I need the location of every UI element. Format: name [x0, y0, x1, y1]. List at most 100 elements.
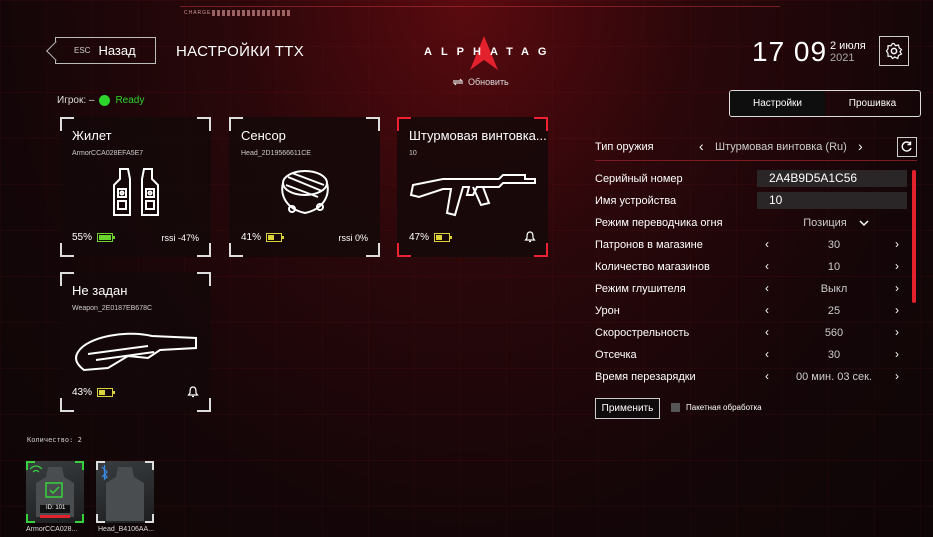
setting-row: Отсечка ‹ 30 › [595, 345, 910, 365]
batch-checkbox[interactable] [671, 403, 680, 412]
chevron-left-icon[interactable]: ‹ [765, 303, 769, 317]
setting-label: Время перезарядки [595, 371, 696, 383]
card-name: Не задан [72, 283, 128, 298]
soldier-image [29, 465, 74, 518]
rssi-value: rssi -47% [161, 232, 199, 243]
chevron-right-icon[interactable]: › [895, 259, 899, 273]
setting-row: Время перезарядки ‹ 00 мин. 03 сек. › [595, 367, 910, 387]
scrollbar[interactable] [912, 170, 916, 303]
charge-bars [212, 10, 292, 16]
setting-label: Отсечка [595, 349, 637, 361]
player-label: Игрок: – [57, 95, 95, 106]
card-id: ArmorCCA028EFA5E7 [72, 150, 144, 157]
tab-firmware[interactable]: Прошивка [825, 91, 920, 116]
device-card-weapon[interactable]: Не задан Weapon_2E0187EB678C 43% [60, 272, 211, 412]
ready-dot-icon [99, 95, 111, 106]
battery-percent: 55% [72, 232, 93, 243]
vest-icon [112, 168, 159, 216]
chevron-right-icon[interactable]: › [895, 347, 899, 361]
chevron-left-icon[interactable]: ‹ [699, 138, 704, 154]
serial-field[interactable]: 2A4B9D5A1C56 [757, 170, 907, 187]
battery-icon [97, 233, 116, 242]
setting-label: Патронов в магазине [595, 239, 703, 251]
device-name-field[interactable]: 10 [757, 192, 907, 209]
weapon-type-row: Тип оружия ‹ Штурмовая винтовка (Ru) › [595, 137, 920, 157]
bell-icon[interactable] [524, 231, 536, 243]
gear-icon [885, 42, 903, 60]
thumb-label: Head_B4106AA... [98, 526, 155, 533]
device-card-sensor[interactable]: Сенсор Head_2D19566611CE 41% rssi 0% [229, 117, 380, 257]
rifle-icon [409, 174, 536, 217]
setting-row: Режим глушителя ‹ Выкл › [595, 279, 910, 299]
settings-button[interactable] [879, 36, 909, 66]
charge-label: CHARGE [184, 10, 212, 16]
card-id: Weapon_2E0187EB678C [72, 305, 153, 312]
refresh-button[interactable]: Обновить [452, 77, 509, 87]
setting-label: Режим глушителя [595, 283, 686, 295]
chevron-right-icon[interactable]: › [895, 303, 899, 317]
device-thumbnail[interactable] [96, 461, 154, 523]
fire-mode-select[interactable]: Позиция [795, 217, 855, 229]
battery-icon [97, 387, 116, 397]
card-name: Сенсор [241, 128, 286, 143]
thumb-label: ArmorCCA028... [26, 526, 78, 533]
back-button[interactable]: ESC Назад [55, 37, 156, 64]
chevron-right-icon[interactable]: › [895, 281, 899, 295]
device-card-rifle[interactable]: Штурмовая винтовка... 10 47% [397, 117, 548, 257]
refresh-icon [452, 78, 464, 86]
chevron-left-icon[interactable]: ‹ [765, 259, 769, 273]
alphatag-logo: ALPHATAG [424, 36, 546, 70]
card-id: 10 [409, 150, 417, 157]
device-name-label: Имя устройства [595, 195, 677, 207]
setting-value: 00 мин. 03 сек. [796, 371, 872, 383]
chevron-left-icon[interactable]: ‹ [765, 281, 769, 295]
setting-row: Патронов в магазине ‹ 30 › [595, 235, 910, 255]
setting-label: Урон [595, 305, 620, 317]
chevron-right-icon[interactable]: › [858, 138, 863, 154]
batch-label: Пакетная обработка [686, 403, 762, 412]
setting-row: Скорострельность ‹ 560 › [595, 323, 910, 343]
chevron-down-icon[interactable] [859, 220, 869, 227]
serial-row: Серийный номер 2A4B9D5A1C56 [595, 169, 910, 189]
back-label: Назад [98, 43, 136, 58]
battery-percent: 47% [409, 231, 430, 243]
fire-mode-row: Режим переводчика огня Позиция [595, 213, 910, 233]
device-card-vest[interactable]: Жилет ArmorCCA028EFA5E7 55% rssi -47% [60, 117, 211, 257]
chevron-left-icon[interactable]: ‹ [765, 325, 769, 339]
reset-button[interactable] [897, 137, 917, 157]
device-count: Количество: 2 [27, 436, 82, 444]
bell-icon[interactable] [187, 386, 199, 398]
battery-icon [434, 232, 453, 242]
chevron-left-icon[interactable]: ‹ [765, 347, 769, 361]
setting-row: Количество магазинов ‹ 10 › [595, 257, 910, 277]
setting-row: Урон ‹ 25 › [595, 301, 910, 321]
charge-strip: CHARGE [180, 6, 780, 17]
setting-label: Количество магазинов [595, 261, 710, 273]
date-day: 2 июля [830, 40, 866, 52]
chevron-right-icon[interactable]: › [895, 369, 899, 383]
apply-button[interactable]: Применить [595, 398, 660, 419]
setting-value: 25 [827, 305, 841, 317]
chevron-left-icon[interactable]: ‹ [765, 369, 769, 383]
device-name-row: Имя устройства 10 [595, 191, 910, 211]
chevron-right-icon[interactable]: › [895, 325, 899, 339]
esc-key-label: ESC [74, 46, 91, 55]
blaster-icon [74, 332, 197, 372]
chevron-right-icon[interactable]: › [895, 237, 899, 251]
battery-percent: 43% [72, 386, 93, 398]
card-id: Head_2D19566611CE [241, 150, 311, 157]
player-thumbnail[interactable]: ID: 101 [26, 461, 84, 523]
refresh-label: Обновить [468, 77, 509, 87]
weapon-type-label: Тип оружия [595, 141, 654, 153]
card-name: Штурмовая винтовка... [409, 128, 547, 143]
serial-label: Серийный номер [595, 173, 683, 185]
setting-value: Выкл [820, 283, 848, 295]
weapon-type-value: Штурмовая винтовка (Ru) [715, 141, 847, 153]
card-name: Жилет [72, 128, 112, 143]
setting-label: Скорострельность [595, 327, 690, 339]
tab-settings[interactable]: Настройки [730, 91, 825, 116]
chevron-left-icon[interactable]: ‹ [765, 237, 769, 251]
thumb-badge: ID: 101 [46, 505, 66, 511]
reset-icon [901, 141, 912, 152]
ready-label: Ready [115, 95, 145, 106]
